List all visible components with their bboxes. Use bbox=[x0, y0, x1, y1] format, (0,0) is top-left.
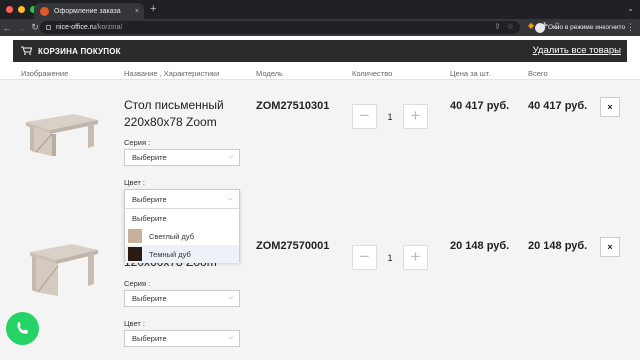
incognito-icon bbox=[535, 22, 545, 33]
series-label: Серия : bbox=[124, 138, 151, 147]
column-header-quantity: Количество bbox=[352, 69, 393, 78]
color-swatch-dark-oak bbox=[128, 247, 142, 261]
remove-item-button[interactable]: × bbox=[600, 97, 620, 117]
close-window-button[interactable] bbox=[6, 6, 13, 13]
product-model: ZOM27510301 bbox=[256, 100, 330, 112]
product-name-line2[interactable]: 220х80х78 Zoom bbox=[124, 114, 217, 131]
site-favicon-icon bbox=[40, 6, 49, 16]
color-label: Цвет : bbox=[124, 178, 145, 187]
cart-icon bbox=[21, 46, 33, 57]
color-option-light-oak[interactable]: Светлый дуб bbox=[125, 227, 239, 245]
minimize-window-button[interactable] bbox=[18, 6, 25, 13]
browser-menu-icon[interactable]: ⋮ bbox=[626, 22, 635, 33]
unit-price: 20 148 руб. bbox=[450, 240, 510, 252]
color-option-dark-oak[interactable]: Темный дуб bbox=[125, 245, 239, 263]
product-model: ZOM27570001 bbox=[256, 240, 330, 252]
phone-icon bbox=[16, 321, 28, 334]
column-header-model: Модель bbox=[256, 69, 283, 78]
url-host: nice-office.ru bbox=[56, 24, 96, 31]
whatsapp-chat-button[interactable] bbox=[6, 312, 39, 345]
series-select-value: Выберите bbox=[132, 294, 167, 303]
quantity-increase-button[interactable]: + bbox=[403, 245, 428, 270]
color-select-value: Выберите bbox=[132, 194, 167, 204]
chevron-up-icon: ⌵ bbox=[228, 196, 233, 202]
incognito-indicator[interactable]: Окно в режиме инкогнито bbox=[535, 19, 625, 36]
chevron-down-icon: ⌵ bbox=[228, 335, 233, 341]
extension-icon[interactable]: ◆ bbox=[528, 21, 534, 30]
quantity-increase-button[interactable]: + bbox=[403, 104, 428, 129]
cart-header-bar: КОРЗИНА ПОКУПОК Удалить все товары bbox=[13, 40, 627, 62]
incognito-label: Окно в режиме инкогнито bbox=[548, 24, 626, 31]
share-icon[interactable]: ⇪ bbox=[494, 22, 501, 31]
series-select[interactable]: Выберите ⌵ bbox=[124, 290, 240, 307]
color-select[interactable]: Выберите ⌵ bbox=[124, 330, 240, 347]
forward-arrow-icon[interactable]: → bbox=[14, 23, 28, 33]
color-label: Цвет : bbox=[124, 319, 145, 328]
color-dropdown-open[interactable]: Выберите ⌵ Выберите Светлый дуб Темный д… bbox=[124, 189, 240, 263]
column-header-total: Всего bbox=[528, 69, 548, 78]
address-bar[interactable]: nice-office.ru /korzina/ ⇪ ☆ bbox=[40, 21, 520, 34]
browser-tab-active[interactable]: Оформление заказа × bbox=[34, 3, 144, 19]
product-name-line1[interactable]: Стол письменный bbox=[124, 97, 224, 114]
color-select-value: Выберите bbox=[132, 334, 167, 343]
quantity-value[interactable]: 1 bbox=[377, 253, 403, 263]
tab-search-chevron-icon[interactable]: ⌄ bbox=[627, 4, 634, 13]
color-option-label: Выберите bbox=[132, 213, 167, 223]
color-swatch-light-oak bbox=[128, 229, 142, 243]
product-image-desk-small[interactable] bbox=[26, 236, 102, 302]
column-header-unit-price: Цена за шт. bbox=[450, 69, 491, 78]
back-arrow-icon[interactable]: ← bbox=[0, 23, 14, 33]
column-header-image: Изображение bbox=[21, 69, 69, 78]
color-option-placeholder[interactable]: Выберите bbox=[125, 209, 239, 227]
delete-all-link[interactable]: Удалить все товары bbox=[533, 45, 621, 56]
window-controls bbox=[6, 6, 37, 13]
chevron-down-icon: ⌵ bbox=[228, 295, 233, 301]
color-option-label: Темный дуб bbox=[149, 249, 191, 259]
remove-item-button[interactable]: × bbox=[600, 237, 620, 257]
series-select[interactable]: Выберите ⌵ bbox=[124, 149, 240, 166]
new-tab-button[interactable]: + bbox=[150, 3, 156, 15]
product-image-desk-large[interactable] bbox=[22, 104, 102, 162]
tab-title: Оформление заказа bbox=[54, 7, 121, 15]
quantity-decrease-button[interactable]: − bbox=[352, 104, 377, 129]
color-option-label: Светлый дуб bbox=[149, 231, 195, 241]
series-label: Серия : bbox=[124, 279, 151, 288]
series-select-value: Выберите bbox=[132, 153, 167, 162]
unit-price: 40 417 руб. bbox=[450, 100, 510, 112]
color-select[interactable]: Выберите ⌵ bbox=[125, 190, 239, 209]
url-path: /korzina/ bbox=[95, 24, 123, 31]
chevron-down-icon: ⌵ bbox=[228, 154, 233, 160]
quantity-value[interactable]: 1 bbox=[377, 112, 403, 122]
browser-tab-strip: Оформление заказа × + ⌄ bbox=[0, 0, 640, 19]
column-header-name: Название , Характеристики bbox=[124, 69, 220, 78]
quantity-decrease-button[interactable]: − bbox=[352, 245, 377, 270]
line-total: 20 148 руб. bbox=[528, 240, 588, 252]
bookmark-star-icon[interactable]: ☆ bbox=[507, 22, 514, 31]
line-total: 40 417 руб. bbox=[528, 100, 588, 112]
tab-close-icon[interactable]: × bbox=[135, 8, 139, 15]
lock-icon bbox=[46, 25, 51, 30]
cart-title: КОРЗИНА ПОКУПОК bbox=[38, 46, 121, 56]
